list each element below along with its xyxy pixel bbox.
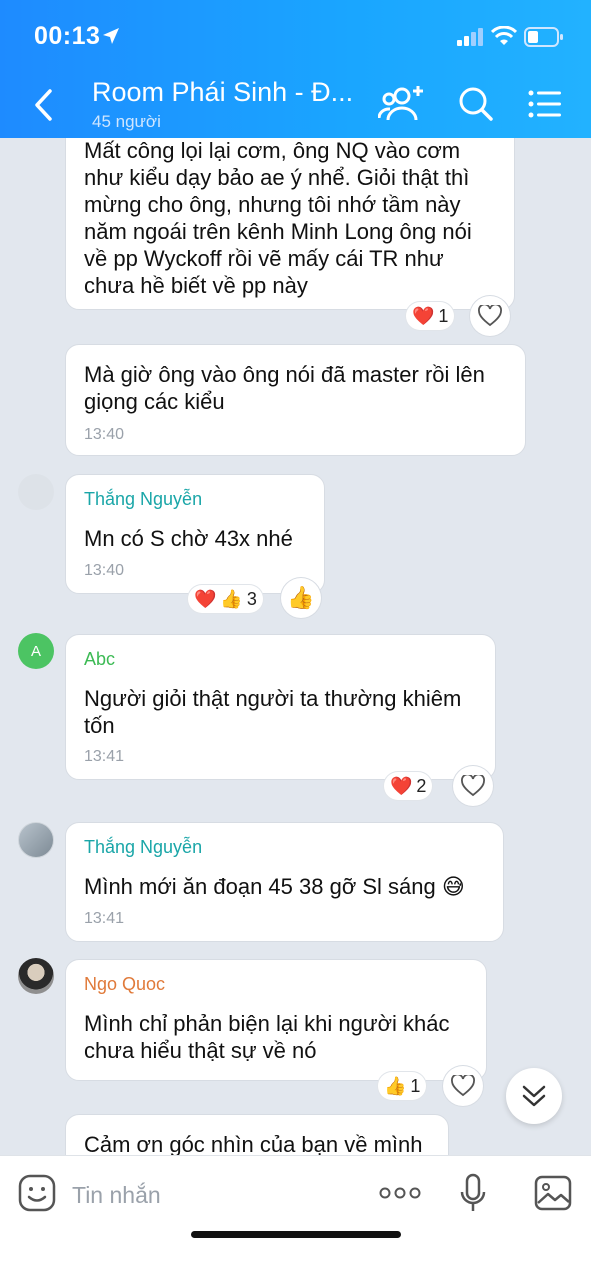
message-line: Cảm ơn góc nhìn của bạn về mình xyxy=(84,1132,423,1155)
heart-reaction-icon: ❤️ xyxy=(412,305,435,326)
message-input[interactable]: Tin nhắn xyxy=(72,1182,161,1209)
back-chevron-icon[interactable] xyxy=(30,88,58,122)
heart-outline-icon xyxy=(451,1075,475,1097)
reaction-count: 1 xyxy=(438,305,449,326)
image-gallery-icon[interactable] xyxy=(534,1175,572,1211)
reaction-count: 2 xyxy=(416,775,427,796)
sender-name[interactable]: Abc xyxy=(84,649,115,670)
message-time: 13:41 xyxy=(84,910,125,927)
sender-name[interactable]: Thắng Nguyễn xyxy=(84,837,202,858)
chat-header: 00:13 Room Phái Sinh - Đ... 45 người xyxy=(0,0,591,138)
avatar[interactable] xyxy=(18,822,54,858)
heart-reaction-icon: ❤️ xyxy=(390,775,413,796)
member-count: 45 người xyxy=(92,112,161,131)
like-button[interactable] xyxy=(443,1066,483,1106)
message-bubble[interactable]: Abc Người giỏi thật người ta thường khiê… xyxy=(65,634,496,780)
microphone-icon[interactable] xyxy=(459,1173,487,1215)
message-line: Mà giờ ông vào ông nói đã master rồi lên xyxy=(84,362,485,387)
thumbs-up-reaction-icon: 👍 xyxy=(220,588,243,609)
reaction-count: 3 xyxy=(246,588,257,609)
message-line: Mất công lọi lại cơm, ông NQ vào cơm xyxy=(84,138,461,163)
reaction-summary[interactable]: ❤️ 👍 3 xyxy=(188,585,263,613)
double-chevron-down-icon xyxy=(522,1085,546,1107)
message-line: Mình mới ăn đoạn 45 38 gỡ Sl sáng 😅 xyxy=(84,874,465,899)
message-line: chưa hề biết về pp này xyxy=(84,273,308,298)
message-time: 13:41 xyxy=(84,748,125,765)
cellular-signal-icon xyxy=(457,28,483,46)
message-bubble[interactable]: Mất công lọi lại cơm, ông NQ vào cơm như… xyxy=(65,138,515,310)
like-button[interactable]: 👍 xyxy=(281,578,321,618)
battery-icon xyxy=(524,27,563,47)
status-bar: 00:13 xyxy=(0,0,591,72)
heart-outline-icon xyxy=(461,775,485,797)
like-button[interactable] xyxy=(470,296,510,336)
message-line: Người giỏi thật người ta thường khiêm xyxy=(84,686,462,711)
message-bubble[interactable]: Thắng Nguyễn Mình mới ăn đoạn 45 38 gỡ S… xyxy=(65,822,504,942)
avatar[interactable]: A xyxy=(18,633,54,669)
message-line: như kiểu dạy bảo ae ý nhể. Giỏi thật thì xyxy=(84,165,470,190)
reaction-summary[interactable]: 👍 1 xyxy=(378,1072,427,1100)
search-icon[interactable] xyxy=(458,86,494,122)
location-arrow-icon xyxy=(103,28,119,44)
wifi-icon xyxy=(491,26,517,45)
message-bubble[interactable]: Thắng Nguyễn Mn có S chờ 43x nhé 13:40 xyxy=(65,474,325,594)
message-line: về pp Wyckoff rồi vẽ mấy cái TR như xyxy=(84,246,444,271)
thumbs-up-icon: 👍 xyxy=(287,585,315,610)
message-bubble[interactable]: Mà giờ ông vào ông nói đã master rồi lên… xyxy=(65,344,526,456)
home-indicator xyxy=(191,1231,401,1238)
avatar[interactable] xyxy=(18,474,54,510)
sticker-emoji-icon[interactable] xyxy=(18,1174,56,1212)
reaction-summary[interactable]: ❤️ 1 xyxy=(406,302,455,330)
status-time: 00:13 xyxy=(34,22,101,50)
heart-outline-icon xyxy=(478,305,502,327)
avatar[interactable] xyxy=(18,958,54,994)
message-line: tốn xyxy=(84,713,115,738)
composer-bar: Tin nhắn xyxy=(0,1155,591,1280)
message-line: Mn có S chờ 43x nhé xyxy=(84,526,293,551)
message-bubble[interactable]: Cảm ơn góc nhìn của bạn về mình xyxy=(65,1114,449,1155)
message-line: chưa hiểu thật sự về nó xyxy=(84,1038,317,1063)
like-button[interactable] xyxy=(453,766,493,806)
message-list[interactable]: Mất công lọi lại cơm, ông NQ vào cơm như… xyxy=(0,138,591,1155)
message-time: 13:40 xyxy=(84,426,125,443)
message-line: năm ngoái trên kênh Minh Long ông nói xyxy=(84,219,472,244)
menu-list-icon[interactable] xyxy=(528,90,562,118)
message-line: Mình chỉ phản biện lại khi người khác xyxy=(84,1011,450,1036)
add-member-icon[interactable] xyxy=(378,84,426,124)
message-line: giọng các kiểu xyxy=(84,389,225,414)
heart-reaction-icon: ❤️ xyxy=(194,588,217,609)
group-title[interactable]: Room Phái Sinh - Đ... xyxy=(92,77,353,108)
reaction-summary[interactable]: ❤️ 2 xyxy=(384,772,433,800)
thumbs-up-reaction-icon: 👍 xyxy=(384,1075,407,1096)
reaction-count: 1 xyxy=(410,1075,421,1096)
message-bubble[interactable]: Ngo Quoc Mình chỉ phản biện lại khi ngườ… xyxy=(65,959,487,1081)
message-time: 13:40 xyxy=(84,562,125,579)
sender-name[interactable]: Thắng Nguyễn xyxy=(84,489,202,510)
more-options-icon[interactable] xyxy=(379,1187,421,1199)
sender-name[interactable]: Ngo Quoc xyxy=(84,974,165,995)
message-line: mừng cho ông, nhưng tôi nhớ tầm này xyxy=(84,192,461,217)
scroll-to-bottom-button[interactable] xyxy=(506,1068,562,1124)
